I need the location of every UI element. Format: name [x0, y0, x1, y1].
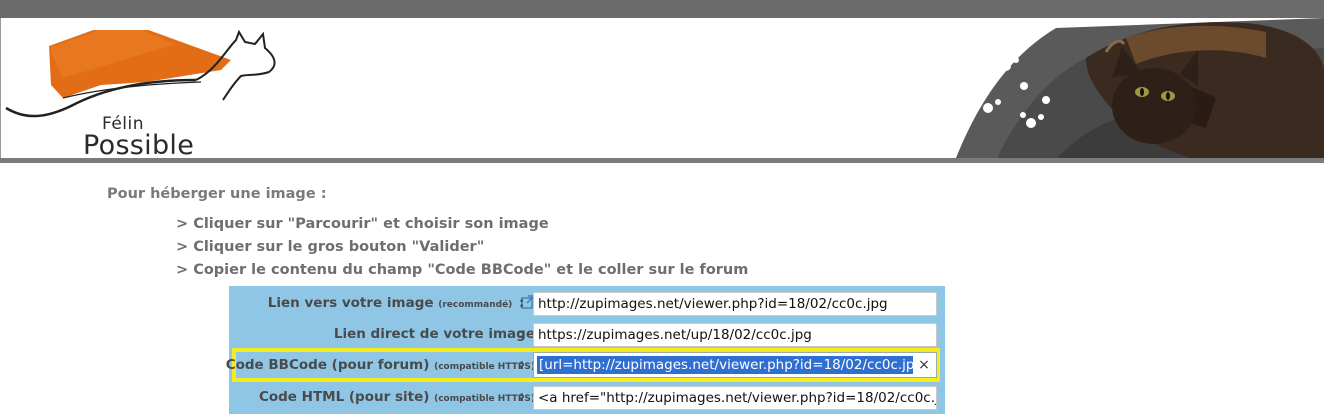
top-strip	[0, 0, 1324, 18]
row-image-link: Lien vers votre image (recommandé) : htt…	[229, 288, 945, 319]
row-colon: :	[519, 326, 525, 342]
row-colon: :	[519, 389, 525, 405]
image-link-field[interactable]: http://zupimages.net/viewer.php?id=18/02…	[533, 292, 937, 316]
instruction-step: > Copier le contenu du champ "Code BBCod…	[176, 262, 749, 278]
image-link-label-text: Lien vers votre image	[267, 295, 434, 311]
image-link-label: Lien vers votre image (recommandé)	[268, 295, 535, 311]
header-banner: Félin Possible	[0, 18, 1324, 161]
html-code-field[interactable]: <a href="http://zupimages.net/viewer.php…	[533, 386, 937, 410]
felin-possible-logo[interactable]: Félin Possible	[1, 20, 291, 176]
logo-text-possible: Possible	[83, 130, 195, 161]
instruction-step: > Cliquer sur "Parcourir" et choisir son…	[176, 216, 549, 232]
image-links-panel: Lien vers votre image (recommandé) : htt…	[226, 286, 945, 414]
bbcode-label: Code BBCode (pour forum) (compatible HTT…	[226, 357, 535, 373]
html-code-label-text: Code HTML (pour site)	[258, 389, 430, 405]
direct-link-field[interactable]: https://zupimages.net/up/18/02/cc0c.jpg	[533, 323, 937, 347]
bbcode-selected-text[interactable]: [url=http://zupimages.net/viewer.php?id=…	[537, 356, 913, 374]
image-link-note: (recommandé)	[438, 300, 513, 310]
direct-link-label: Lien direct de votre image	[334, 326, 535, 342]
row-colon: :	[519, 357, 525, 373]
close-icon[interactable]: ×	[915, 355, 933, 375]
banner-bottom-bar	[0, 158, 1324, 163]
row-direct-link: Lien direct de votre image : https://zup…	[229, 319, 945, 350]
cat-photo	[936, 18, 1324, 178]
instructions-title: Pour héberger une image :	[107, 186, 327, 202]
row-html-code: Code HTML (pour site) (compatible HTTPS)…	[229, 382, 945, 413]
row-colon: :	[519, 295, 525, 311]
direct-link-label-text: Lien direct de votre image	[333, 326, 535, 342]
html-code-label: Code HTML (pour site) (compatible HTTPS)	[259, 389, 535, 405]
bbcode-label-text: Code BBCode (pour forum)	[225, 357, 430, 373]
bbcode-field[interactable]: [url=http://zupimages.net/viewer.php?id=…	[533, 352, 937, 378]
instruction-step: > Cliquer sur le gros bouton "Valider"	[176, 239, 485, 255]
